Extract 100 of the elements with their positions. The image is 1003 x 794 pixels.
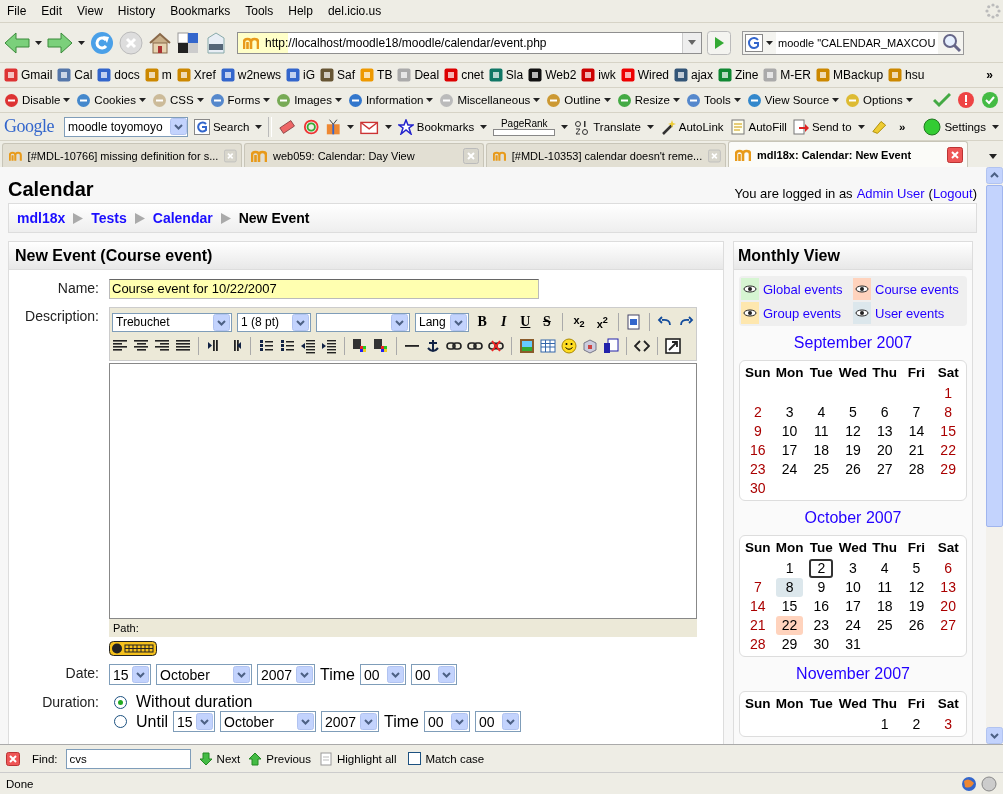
bookmark-item[interactable]: Deal [397,68,440,82]
calendar-day[interactable]: 14 [901,422,932,441]
calendar-day[interactable]: 23 [743,460,773,479]
calendar-day[interactable]: 7 [901,403,932,422]
word-paste-icon[interactable] [626,314,643,330]
toolbar-menu[interactable]: Information [347,92,434,108]
calendar-day[interactable]: 14 [743,597,773,616]
font-select[interactable]: Trebuchet [112,312,232,332]
calendar-day[interactable]: 16 [806,597,837,616]
bookmark-item[interactable]: Web2 [528,68,577,82]
scroll-up-icon[interactable] [986,167,1003,184]
translate-button[interactable]: Translate [574,118,641,135]
align-left-icon[interactable] [112,338,128,354]
browser-tab[interactable]: [#MDL-10766] missing definition for s... [2,143,242,167]
bookmark-item[interactable]: ajax [674,68,713,82]
calendar-day[interactable]: 18 [806,441,837,460]
toolbar-menu[interactable]: Options [845,92,913,108]
calendar-day[interactable]: 10 [838,578,868,597]
calendar-day[interactable]: 10 [774,422,805,441]
calendar-day[interactable]: 28 [901,460,932,479]
user-link[interactable]: Admin User [856,186,925,201]
calendar-day[interactable]: 2 [743,403,773,422]
indent-icon[interactable] [321,338,337,354]
calendar-day[interactable]: 30 [806,635,837,654]
dropdown-caret-icon[interactable] [35,40,42,45]
go-icon[interactable] [707,30,731,55]
calendar-day[interactable]: 1 [774,559,805,578]
toolbar-menu[interactable]: Tools [685,92,741,108]
calendar-day[interactable]: 18 [869,597,900,616]
vertical-scrollbar[interactable] [986,167,1003,744]
year-select[interactable]: 2007 [257,664,315,685]
picture-icon[interactable] [519,338,535,354]
day-select[interactable]: 15 [109,664,151,685]
previous-button[interactable]: Previous [248,751,311,766]
calendar-day[interactable]: 20 [869,441,900,460]
legend-link[interactable]: Course events [875,281,959,297]
tab-list-caret-icon[interactable] [989,154,997,159]
dropdown-caret-icon[interactable] [766,40,773,45]
calendar-day[interactable]: 26 [901,616,932,635]
bookmark-item[interactable]: MBackup [816,68,884,82]
background-color-icon[interactable] [373,338,389,354]
toolbar-menu[interactable]: Miscellaneous [439,92,541,108]
menu-item[interactable]: Bookmarks [170,4,240,18]
bookmark-item[interactable]: Sla [488,68,524,82]
toolbar-menu[interactable]: View Source [746,92,840,108]
calendar-day[interactable]: 31 [838,635,868,654]
fullscreen-icon[interactable] [665,338,681,354]
calendar-day[interactable]: 30 [743,479,773,498]
dropdown-caret-icon[interactable] [384,124,392,129]
next-button[interactable]: Next [198,751,241,766]
calendar-day[interactable]: 15 [774,597,805,616]
highlight-all-button[interactable]: Highlight all [319,751,397,766]
table-icon[interactable] [540,338,556,354]
calendar-day[interactable]: 12 [901,578,932,597]
month-title-link[interactable]: September 2007 [793,334,913,351]
duration-radio[interactable] [114,715,127,728]
calendar-day[interactable]: 24 [774,460,805,479]
document-icon[interactable] [603,338,619,354]
name-input[interactable]: Course event for 10/22/2007 [109,279,539,299]
error-icon[interactable] [957,91,975,109]
cube-icon[interactable] [582,338,598,354]
dropdown-caret-icon[interactable] [347,124,355,129]
bookmark-item[interactable]: Zine [718,68,759,82]
size-select[interactable]: 1 (8 pt) [237,312,311,332]
toolbar-menu[interactable]: Images [276,92,342,108]
format-select[interactable] [316,312,410,332]
legend-link[interactable]: Global events [763,281,843,297]
calendar-day[interactable]: 7 [743,578,773,597]
numbered-list-icon[interactable] [258,338,274,354]
back-icon[interactable] [4,31,30,54]
browser-tab[interactable]: web059: Calendar: Day View [244,143,484,167]
search-icon[interactable] [941,31,963,54]
settings-button[interactable]: Settings [923,117,986,136]
logout-link[interactable]: Logout [932,186,973,201]
dropdown-caret-icon[interactable] [646,124,654,129]
minute-select[interactable]: 00 [475,711,521,732]
month-title-link[interactable]: October 2007 [804,509,902,526]
home-icon[interactable] [148,30,172,55]
align-center-icon[interactable] [133,338,149,354]
calendar-day[interactable]: 4 [869,559,900,578]
close-tab-icon[interactable] [947,146,963,163]
calendar-day[interactable]: 13 [933,578,963,597]
gift-icon[interactable] [324,117,342,136]
italic-button[interactable]: I [495,314,513,330]
forward-icon[interactable] [47,31,73,54]
bookmark-item[interactable]: m [144,68,172,82]
bookmark-item[interactable]: Xref [176,68,216,82]
close-icon[interactable] [6,751,20,766]
calendar-day[interactable]: 19 [838,441,868,460]
calendar-day[interactable]: 3 [774,403,805,422]
calendar-day[interactable]: 25 [869,616,900,635]
bullet-list-icon[interactable] [279,338,295,354]
globe-icon[interactable] [961,775,977,792]
calendar-day[interactable]: 3 [838,559,868,578]
calendar-day[interactable]: 29 [933,460,963,479]
breadcrumb-link[interactable]: mdl18x [17,210,66,226]
bookmark-item[interactable]: TB [360,68,393,82]
calendar-day[interactable]: 5 [838,403,868,422]
month-title-link[interactable]: November 2007 [796,665,910,682]
find-field[interactable]: cvs [65,748,191,769]
